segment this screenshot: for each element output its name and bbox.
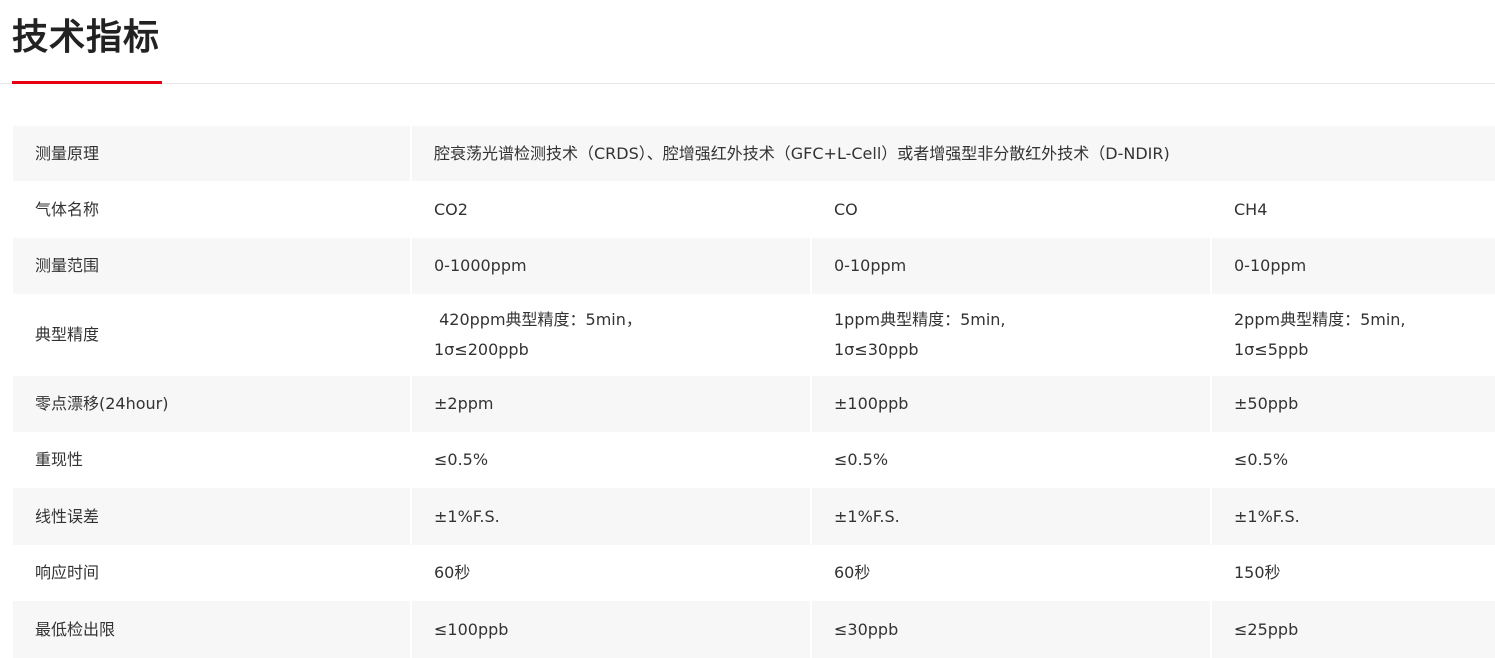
row-label: 重现性 — [13, 432, 412, 488]
cell-value: 150秒 — [1211, 545, 1495, 601]
row-label: 零点漂移(24hour) — [13, 376, 412, 432]
cell-value: 腔衰荡光谱检测技术（CRDS）、腔增强红外技术（GFC+L-Cell）或者增强型… — [411, 126, 1495, 181]
cell-value: ≤100ppb — [411, 601, 812, 658]
cell-value: ±1%F.S. — [411, 488, 812, 545]
table-row: 典型精度 420ppm典型精度：5min， 1σ≤200ppb 1ppm典型精度… — [13, 294, 1495, 376]
cell-value: ±100ppb — [811, 376, 1212, 432]
table-row: 测量原理 腔衰荡光谱检测技术（CRDS）、腔增强红外技术（GFC+L-Cell）… — [13, 126, 1495, 181]
table-row: 响应时间 60秒 60秒 150秒 — [13, 545, 1495, 601]
cell-value: 420ppm典型精度：5min， 1σ≤200ppb — [411, 294, 812, 376]
row-label: 响应时间 — [13, 545, 412, 601]
spec-table: 测量原理 腔衰荡光谱检测技术（CRDS）、腔增强红外技术（GFC+L-Cell）… — [13, 126, 1495, 658]
cell-value: CH4 — [1211, 181, 1495, 238]
cell-value: 2ppm典型精度：5min, 1σ≤5ppb — [1211, 294, 1495, 376]
cell-line: 1σ≤30ppb — [834, 340, 919, 359]
cell-line: 1σ≤5ppb — [1234, 340, 1309, 359]
cell-line: 1ppm典型精度：5min, — [834, 310, 1006, 329]
table-row: 零点漂移(24hour) ±2ppm ±100ppb ±50ppb — [13, 376, 1495, 432]
cell-value: ±2ppm — [411, 376, 812, 432]
cell-value: ±50ppb — [1211, 376, 1495, 432]
cell-value: CO — [811, 181, 1212, 238]
cell-value: CO2 — [411, 181, 812, 238]
cell-value: ±1%F.S. — [811, 488, 1212, 545]
cell-value: ±1%F.S. — [1211, 488, 1495, 545]
row-label: 线性误差 — [13, 488, 412, 545]
cell-value: 0-10ppm — [1211, 238, 1495, 294]
section-header: 技术指标 — [0, 0, 1495, 84]
cell-value: ≤25ppb — [1211, 601, 1495, 658]
table-row: 气体名称 CO2 CO CH4 — [13, 181, 1495, 238]
table-row: 线性误差 ±1%F.S. ±1%F.S. ±1%F.S. — [13, 488, 1495, 545]
cell-value: 0-1000ppm — [411, 238, 812, 294]
section-title: 技术指标 — [12, 17, 161, 58]
row-label: 最低检出限 — [13, 601, 412, 658]
cell-value: ≤30ppb — [811, 601, 1212, 658]
cell-value: ≤0.5% — [411, 432, 812, 488]
cell-value: 60秒 — [811, 545, 1212, 601]
cell-line: 2ppm典型精度：5min, — [1234, 310, 1406, 329]
cell-line: 420ppm典型精度：5min， — [434, 310, 642, 329]
cell-value: 0-10ppm — [811, 238, 1212, 294]
row-label: 典型精度 — [13, 294, 412, 376]
row-label: 测量范围 — [13, 238, 412, 294]
cell-value: 1ppm典型精度：5min, 1σ≤30ppb — [811, 294, 1212, 376]
table-row: 最低检出限 ≤100ppb ≤30ppb ≤25ppb — [13, 601, 1495, 658]
cell-value: 60秒 — [411, 545, 812, 601]
title-underline — [12, 81, 162, 84]
row-label: 测量原理 — [13, 126, 412, 181]
table-row: 重现性 ≤0.5% ≤0.5% ≤0.5% — [13, 432, 1495, 488]
cell-line: 1σ≤200ppb — [434, 340, 529, 359]
cell-value: ≤0.5% — [1211, 432, 1495, 488]
table-row: 测量范围 0-1000ppm 0-10ppm 0-10ppm — [13, 238, 1495, 294]
cell-value: ≤0.5% — [811, 432, 1212, 488]
row-label: 气体名称 — [13, 181, 412, 238]
